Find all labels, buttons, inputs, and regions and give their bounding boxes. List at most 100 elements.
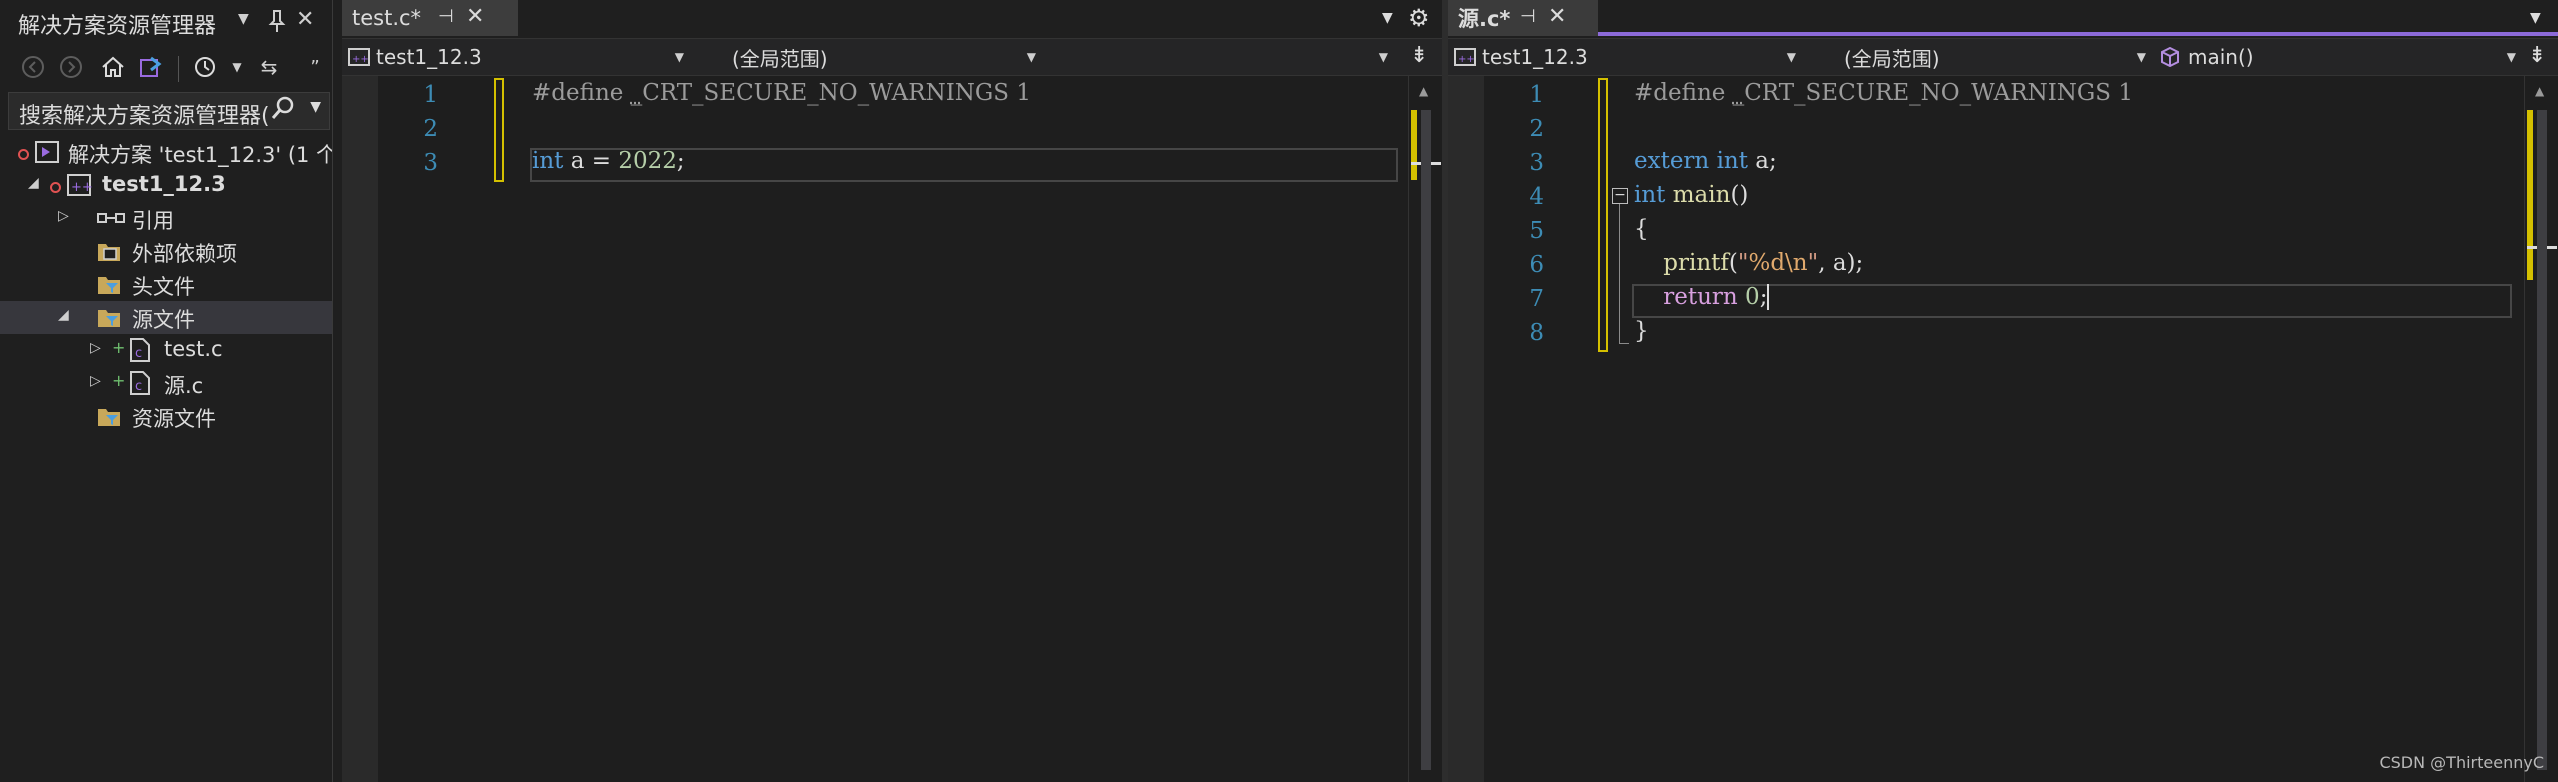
pin-icon[interactable] — [268, 9, 286, 38]
right-vertical-scrollbar[interactable]: ▲ — [2524, 76, 2558, 782]
scrollbar-thumb[interactable] — [2537, 110, 2547, 770]
tab-list-chevron-icon[interactable]: ▼ — [1382, 10, 1393, 26]
svg-text:++: ++ — [71, 180, 92, 195]
filter-folder-icon — [96, 271, 122, 297]
chevron-down-icon: ▼ — [1378, 50, 1388, 64]
right-code-editor[interactable]: 1 2 3 4 5 6 7 8 − #define _CRT_SECURE_NO… — [1448, 76, 2524, 782]
expand-arrow-icon[interactable]: ▷ — [90, 373, 101, 389]
tab-yuan-c[interactable]: 源.c* ⊣ ✕ — [1448, 0, 1598, 36]
pin-tab-icon[interactable]: ⊣ — [438, 6, 454, 27]
scope-dropdown[interactable]: (全局范围) ▼ — [1804, 42, 2150, 72]
solution-explorer-toolbar: ▼ ⇆ ” — [0, 48, 332, 88]
tree-item-project[interactable]: ◢ ++ test1_12.3 — [0, 169, 332, 202]
tab-label: 源.c* — [1458, 7, 1511, 31]
scope-dropdown[interactable]: (全局范围) ▼ ▼ — [692, 42, 1392, 72]
code-line-6: printf("%d\n", a); — [1663, 250, 1864, 276]
chevron-down-icon: ▼ — [1786, 50, 1796, 64]
line-number: 4 — [1529, 184, 1544, 210]
member-dropdown[interactable]: main() ▼ — [2160, 42, 2520, 72]
panel-menu-chevron-icon[interactable]: ▼ — [238, 12, 249, 26]
project-icon: ++ — [348, 48, 370, 66]
chevron-down-icon: ▼ — [2136, 50, 2146, 64]
close-icon[interactable]: ✕ — [296, 9, 314, 31]
home-icon[interactable] — [98, 52, 128, 82]
line-number: 3 — [423, 150, 438, 176]
right-editor-pane: 源.c* ⊣ ✕ ▼ ++ test1_12.3 ▼ (全局范围) ▼ main… — [1448, 0, 2558, 782]
project-icon: ++ — [1454, 48, 1476, 66]
search-icon[interactable] — [271, 95, 295, 129]
glyph-margin — [342, 76, 378, 782]
sync-with-document-icon[interactable]: ⇆ — [254, 52, 284, 82]
overflow-icon[interactable]: ” — [300, 52, 330, 82]
fold-guide — [1619, 204, 1620, 344]
tree-item-solution[interactable]: 解决方案 'test1_12.3' (1 个项 — [0, 136, 332, 169]
close-tab-icon[interactable]: ✕ — [466, 4, 484, 29]
chevron-down-icon: ▼ — [2506, 50, 2516, 64]
line-number: 1 — [1529, 82, 1544, 108]
tab-test-c[interactable]: test.c* ⊣ ✕ — [342, 0, 518, 36]
expand-arrow-icon[interactable]: ▷ — [90, 340, 101, 356]
solution-explorer-panel: 解决方案资源管理器 ▼ ✕ ▼ ⇆ ” 搜索解决方案资源管理器(C ▼ 解决方案… — [0, 0, 333, 782]
filter-folder-icon — [96, 403, 122, 429]
collapse-region-icon[interactable]: − — [1612, 188, 1628, 204]
references-icon — [96, 205, 125, 231]
line-number: 2 — [1529, 116, 1544, 142]
change-marker-overview — [2527, 110, 2533, 280]
scrollbar-thumb[interactable] — [1421, 110, 1431, 770]
svg-text:++: ++ — [352, 54, 369, 65]
expand-arrow-icon[interactable]: ▷ — [58, 208, 69, 224]
line-number: 8 — [1529, 320, 1544, 346]
scroll-up-icon[interactable]: ▲ — [1419, 84, 1428, 98]
split-window-icon[interactable]: ⇟ — [2528, 43, 2546, 68]
filter-folder-icon — [96, 304, 122, 330]
left-code-editor[interactable]: 1 2 3 #define _CRT_SECURE_NO_WARNINGS 1 … — [342, 76, 1408, 782]
tree-item-file-test-c[interactable]: ▷ + c test.c — [0, 334, 332, 367]
line-number: 3 — [1529, 150, 1544, 176]
line-number: 1 — [423, 82, 438, 108]
search-options-chevron-icon[interactable]: ▼ — [310, 99, 321, 115]
code-line-4: int main() — [1634, 182, 1749, 208]
forward-icon[interactable] — [56, 52, 86, 82]
tree-item-headers[interactable]: 头文件 — [0, 268, 332, 301]
tab-label: test.c* — [352, 6, 422, 30]
solution-explorer-search[interactable]: 搜索解决方案资源管理器(C ▼ — [8, 92, 330, 130]
left-editor-pane: test.c* ⊣ ✕ ▼ ⚙ ++ test1_12.3 ▼ (全局范围) ▼… — [342, 0, 1443, 782]
collapse-arrow-icon[interactable]: ◢ — [28, 175, 39, 191]
close-tab-icon[interactable]: ✕ — [1548, 4, 1566, 29]
line-number: 7 — [1529, 286, 1544, 312]
split-window-icon[interactable]: ⇟ — [1410, 43, 1428, 68]
settings-gear-icon[interactable]: ⚙ — [1408, 4, 1430, 32]
tree-item-external-deps[interactable]: 外部依赖项 — [0, 235, 332, 268]
tree-item-file-yuan-c[interactable]: ▷ + c 源.c — [0, 367, 332, 400]
solution-icon — [34, 139, 60, 165]
collapse-arrow-icon[interactable]: ◢ — [58, 307, 69, 323]
tree-item-references[interactable]: ▷ 引用 — [0, 202, 332, 235]
c-file-icon: c — [128, 370, 154, 396]
code-line-3: int a = 2022; — [532, 148, 685, 174]
code-line-5: { — [1634, 216, 1649, 242]
code-line-1: #define _CRT_SECURE_NO_WARNINGS 1 — [532, 80, 1031, 106]
project-dropdown[interactable]: ++ test1_12.3 ▼ — [1454, 42, 1800, 72]
pending-changes-icon[interactable] — [190, 52, 220, 82]
tree-item-resources[interactable]: 资源文件 — [0, 400, 332, 433]
method-cube-icon — [2161, 47, 2179, 67]
scroll-up-icon[interactable]: ▲ — [2535, 84, 2544, 98]
change-marker-overview — [1411, 110, 1417, 180]
back-icon[interactable] — [18, 52, 48, 82]
svg-text:++: ++ — [1458, 54, 1475, 65]
chevron-down-icon: ▼ — [674, 50, 684, 64]
solution-explorer-titlebar: 解决方案资源管理器 ▼ ✕ — [0, 0, 332, 44]
search-input[interactable]: 搜索解决方案资源管理器(C — [19, 98, 269, 130]
solution-explorer-title: 解决方案资源管理器 — [18, 14, 217, 39]
project-dropdown[interactable]: ++ test1_12.3 ▼ — [348, 42, 688, 72]
tree-item-sources[interactable]: ◢ 源文件 — [0, 301, 332, 334]
error-indicator-icon — [18, 149, 29, 160]
dropdown-chevron-icon[interactable]: ▼ — [222, 52, 252, 82]
pin-tab-icon[interactable]: ⊣ — [1520, 6, 1536, 27]
vs-switch-views-icon[interactable] — [138, 52, 168, 82]
chevron-down-icon: ▼ — [1026, 50, 1036, 64]
code-line-7: return 0; — [1663, 284, 1770, 310]
left-vertical-scrollbar[interactable]: ▲ — [1408, 76, 1443, 782]
c-file-icon: c — [128, 337, 154, 363]
tab-list-chevron-icon[interactable]: ▼ — [2530, 10, 2541, 26]
